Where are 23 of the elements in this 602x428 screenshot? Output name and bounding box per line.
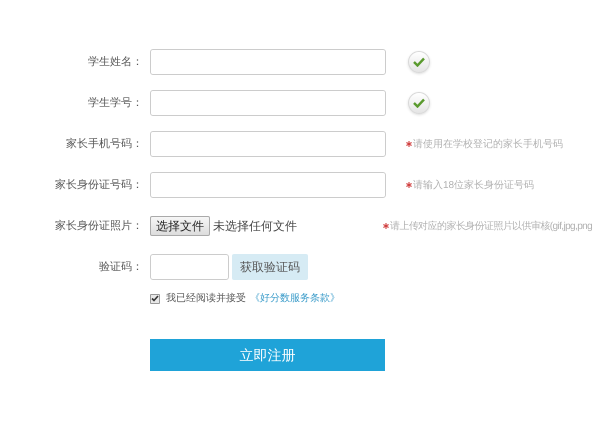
field-label: 学生学号： xyxy=(87,96,143,111)
input-field[interactable] xyxy=(150,49,386,75)
agreement-text: 我已经阅读并接受 xyxy=(166,292,246,306)
field-label: 家长身份证号码： xyxy=(54,178,143,193)
captcha-field[interactable] xyxy=(150,254,229,280)
file-status: 未选择任何文件 xyxy=(213,218,297,235)
input-field[interactable] xyxy=(150,131,386,157)
field-label: 学生姓名： xyxy=(87,54,143,70)
hint-label: 请输入18位家长身份证号码 xyxy=(413,178,534,192)
terms-link[interactable]: 《好分数服务条款》 xyxy=(250,291,340,306)
field-label: 验证码： xyxy=(98,260,143,275)
required-icon xyxy=(406,141,412,147)
get-code-button[interactable]: 获取验证码 xyxy=(232,254,308,280)
choose-file-button[interactable]: 选择文件 xyxy=(150,216,210,236)
field-label: 家长身份证照片： xyxy=(54,218,143,234)
required-icon xyxy=(383,223,389,229)
required-icon xyxy=(406,182,412,188)
hint-label: 请上传对应的家长身份证照片以供审核(gif,jpg,png xyxy=(390,220,592,234)
input-field[interactable] xyxy=(150,172,386,198)
hint-label: 请使用在学校登记的家长手机号码 xyxy=(413,138,563,152)
checkbox[interactable] xyxy=(150,294,160,304)
field-label: 家长手机号码： xyxy=(65,136,143,152)
input-field[interactable] xyxy=(150,90,386,116)
